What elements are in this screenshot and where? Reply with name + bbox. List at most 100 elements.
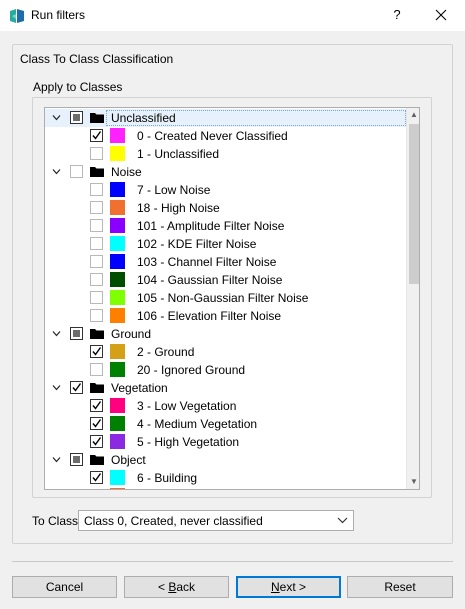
class-color-swatch (110, 146, 125, 161)
class-label: 6 - Building (137, 471, 198, 485)
checkbox[interactable] (90, 363, 103, 376)
tree-class-row[interactable]: 6 - Building (45, 469, 406, 487)
close-button[interactable] (428, 4, 454, 26)
tree-class-row[interactable]: 5 - High Vegetation (45, 433, 406, 451)
class-color-swatch (110, 344, 125, 359)
class-color-swatch (110, 308, 125, 323)
class-label: 4 - Medium Vegetation (137, 417, 258, 431)
checkmark-icon (92, 401, 102, 410)
tree-group-row[interactable]: Object (45, 451, 406, 469)
tree-class-row[interactable]: 101 - Amplitude Filter Noise (45, 217, 406, 235)
checkbox[interactable] (90, 399, 103, 412)
cancel-button[interactable]: Cancel (12, 576, 117, 598)
tree-group-row[interactable]: Ground (45, 325, 406, 343)
checkbox[interactable] (90, 345, 103, 358)
partial-check-indicator (73, 456, 80, 463)
class-tree[interactable]: Unclassified 0 - Created Never Classified… (44, 107, 420, 490)
scroll-down-arrow-icon[interactable]: ▼ (407, 475, 419, 489)
tree-group-row[interactable]: Unclassified (45, 109, 406, 127)
tree-class-row[interactable]: 4 - Medium Vegetation (45, 415, 406, 433)
checkbox[interactable] (90, 417, 103, 430)
expand-arrow-icon[interactable] (52, 167, 61, 176)
folder-icon (90, 455, 104, 465)
checkbox[interactable] (90, 255, 103, 268)
checkbox[interactable] (90, 291, 103, 304)
to-class-dropdown[interactable]: Class 0, Created, never classified (78, 510, 354, 531)
reset-button-label: Reset (384, 580, 416, 594)
class-label: 1 - Unclassified (137, 147, 220, 161)
group-label: Noise (111, 165, 142, 179)
title-bar: Run filters ? (0, 0, 465, 31)
expand-arrow-icon[interactable] (52, 329, 61, 338)
tree-class-row[interactable]: 18 - High Noise (45, 199, 406, 217)
checkbox[interactable] (90, 147, 103, 160)
class-label: 104 - Gaussian Filter Noise (137, 273, 283, 287)
reset-button[interactable]: Reset (347, 576, 453, 598)
checkbox[interactable] (90, 309, 103, 322)
checkmark-icon (92, 419, 102, 428)
checkbox[interactable] (70, 453, 83, 466)
tree-class-row[interactable]: 0 - Created Never Classified (45, 127, 406, 145)
tree-class-row[interactable]: 1 - Unclassified (45, 145, 406, 163)
checkmark-icon (72, 383, 82, 392)
expand-arrow-icon[interactable] (52, 113, 61, 122)
checkbox[interactable] (70, 381, 83, 394)
scroll-up-arrow-icon[interactable]: ▲ (407, 108, 419, 122)
cancel-button-label: Cancel (45, 580, 84, 594)
class-color-swatch (110, 182, 125, 197)
partial-check-indicator (73, 330, 80, 337)
class-label: 18 - High Noise (137, 201, 220, 215)
tree-class-row[interactable]: 3 - Low Vegetation (45, 397, 406, 415)
tree-class-row[interactable]: 105 - Non-Gaussian Filter Noise (45, 289, 406, 307)
checkbox[interactable] (70, 165, 83, 178)
checkbox[interactable] (90, 237, 103, 250)
class-color-swatch (110, 200, 125, 215)
checkmark-icon (92, 131, 102, 140)
checkbox[interactable] (70, 327, 83, 340)
checkmark-icon (92, 437, 102, 446)
tree-class-row[interactable]: 7 - Low Noise (45, 181, 406, 199)
tree-group-row[interactable]: Noise (45, 163, 406, 181)
tree-group-row[interactable]: Vegetation (45, 379, 406, 397)
to-class-label: To Class (32, 514, 79, 528)
next-button[interactable]: Next > (236, 576, 341, 598)
class-label: 106 - Elevation Filter Noise (137, 309, 282, 323)
scrollbar-thumb[interactable] (409, 124, 419, 284)
checkbox[interactable] (90, 273, 103, 286)
checkbox[interactable] (90, 129, 103, 142)
tree-class-row[interactable]: 2 - Ground (45, 343, 406, 361)
back-arrow-label: < (157, 580, 169, 594)
tree-class-row[interactable]: 103 - Channel Filter Noise (45, 253, 406, 271)
back-button[interactable]: < Back (124, 576, 229, 598)
folder-icon (90, 167, 104, 177)
tree-scrollbar[interactable]: ▲ ▼ (406, 108, 419, 489)
class-color-swatch (110, 488, 125, 489)
next-button-label: ext > (279, 580, 307, 594)
tree-class-row[interactable]: 106 - Elevation Filter Noise (45, 307, 406, 325)
tree-class-row[interactable]: 102 - KDE Filter Noise (45, 235, 406, 253)
help-button[interactable]: ? (385, 4, 409, 26)
chevron-down-icon (337, 517, 348, 524)
tree-class-row[interactable] (45, 487, 406, 489)
class-label: 101 - Amplitude Filter Noise (137, 219, 285, 233)
app-logo-icon (10, 9, 24, 23)
class-label: 5 - High Vegetation (137, 435, 240, 449)
group-label: Object (111, 453, 146, 467)
expand-arrow-icon[interactable] (52, 383, 61, 392)
group-label: Vegetation (111, 381, 168, 395)
checkbox[interactable] (90, 201, 103, 214)
checkbox[interactable] (70, 111, 83, 124)
apply-to-classes-title: Apply to Classes (33, 80, 123, 94)
expand-arrow-icon[interactable] (52, 455, 61, 464)
tree-class-row[interactable]: 20 - Ignored Ground (45, 361, 406, 379)
partial-check-indicator (73, 114, 80, 121)
checkbox[interactable] (90, 219, 103, 232)
checkbox[interactable] (90, 435, 103, 448)
next-mnemonic: N (270, 580, 280, 594)
checkbox[interactable] (90, 471, 103, 484)
window-title: Run filters (31, 8, 86, 22)
tree-class-row[interactable]: 104 - Gaussian Filter Noise (45, 271, 406, 289)
class-label: 7 - Low Noise (137, 183, 211, 197)
checkmark-icon (92, 347, 102, 356)
checkbox[interactable] (90, 183, 103, 196)
